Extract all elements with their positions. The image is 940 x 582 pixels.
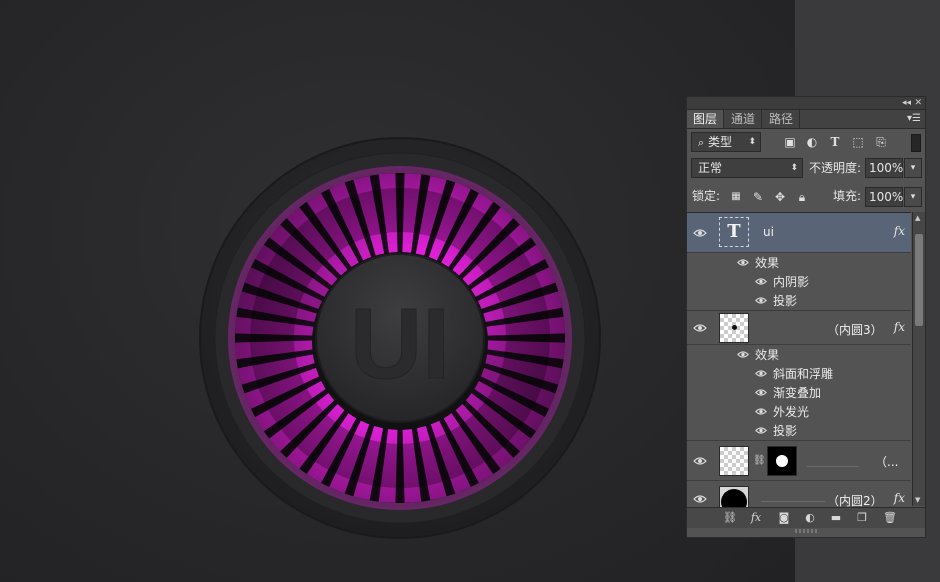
fill-dropdown-button[interactable]: ▾	[904, 187, 922, 207]
layer-row-masked[interactable]: ⛓ （...	[687, 441, 911, 481]
fill-label: 填充:	[833, 189, 862, 203]
panel-bottom-toolbar: ⛓ fx ◙ ◐ ▬ ❐ 🗑︎	[687, 507, 925, 528]
dial-logo-text: UI	[350, 288, 450, 400]
opacity-field[interactable]: 100%	[865, 158, 903, 178]
lock-label: 锁定:	[692, 189, 721, 203]
resize-grip[interactable]	[795, 529, 819, 533]
lock-paint-icon[interactable]: ✎	[751, 190, 765, 204]
blend-mode-select[interactable]: 正常 ⬍	[691, 158, 803, 178]
visibility-eye-icon[interactable]	[755, 277, 767, 286]
blurred-name-line	[807, 466, 859, 467]
lock-transparency-icon[interactable]: ▦	[729, 190, 743, 204]
visibility-eye-icon[interactable]	[737, 350, 749, 359]
filter-kind-select[interactable]: ⌕ 类型 ⬍	[691, 132, 761, 152]
visibility-eye-icon[interactable]	[693, 228, 707, 238]
opacity-dropdown-button[interactable]: ▾	[904, 158, 922, 178]
layer-thumbnail	[719, 446, 749, 476]
fx-icon[interactable]: fx	[894, 320, 905, 334]
new-layer-icon[interactable]: ❐	[855, 511, 869, 525]
adjustment-filter-icon[interactable]: ◐	[805, 135, 819, 149]
tab-paths[interactable]: 路径	[763, 110, 801, 128]
fx-icon[interactable]: fx	[894, 224, 905, 238]
blend-row: 正常 ⬍ 不透明度: 100% ▾	[687, 156, 925, 180]
effect-drop-shadow[interactable]: 投影	[773, 292, 797, 309]
fx-icon[interactable]: fx	[894, 491, 905, 505]
layer-effects-ui: 效果 内阴影 投影	[687, 253, 911, 311]
text-layer-thumbnail: T	[719, 217, 749, 247]
layer-row-inner-circle-2[interactable]: （内圆2） fx	[687, 481, 911, 507]
add-mask-icon[interactable]: ◙	[777, 511, 791, 525]
updown-icon: ⬍	[790, 163, 798, 173]
opacity-label: 不透明度:	[809, 161, 862, 175]
collapse-icon[interactable]: ◂◂	[902, 97, 911, 109]
new-adjustment-icon[interactable]: ◐	[803, 511, 817, 525]
shape-filter-icon[interactable]: ⬚	[851, 135, 865, 149]
filter-toggle[interactable]	[911, 134, 921, 152]
visibility-eye-icon[interactable]	[755, 369, 767, 378]
layer-name[interactable]: （内圆2）	[827, 492, 883, 507]
visibility-eye-icon[interactable]	[755, 426, 767, 435]
panel-tabs: 图层 通道 路径 ▾☰	[687, 110, 925, 129]
dial-artwork: UI	[199, 137, 601, 539]
new-group-icon[interactable]: ▬	[829, 511, 843, 525]
layer-thumbnail	[719, 313, 749, 343]
tab-channels[interactable]: 通道	[725, 110, 763, 128]
layer-name[interactable]: （内圆3）	[827, 321, 883, 338]
blurred-name-line	[761, 501, 825, 502]
layers-list: T ui fx 效果 内阴影 投影 （内圆3） fx 效果 斜面和浮雕 渐变叠加…	[687, 212, 911, 507]
visibility-eye-icon[interactable]	[755, 388, 767, 397]
layers-scrollbar[interactable]: ▲ ▼	[912, 212, 925, 506]
layer-effects-inner-circle-3: 效果 斜面和浮雕 渐变叠加 外发光 投影	[687, 345, 911, 441]
filter-row: ⌕ 类型 ⬍ ▣ ◐ T ⬚ ⎘	[687, 130, 925, 154]
filter-kind-label: 类型	[708, 135, 733, 149]
smartobject-filter-icon[interactable]: ⎘	[874, 135, 888, 149]
layer-row-inner-circle-3[interactable]: （内圆3） fx	[687, 311, 911, 345]
link-layers-icon[interactable]: ⛓	[723, 511, 737, 525]
effect-bevel-emboss[interactable]: 斜面和浮雕	[773, 365, 833, 382]
updown-icon: ⬍	[748, 137, 756, 147]
visibility-eye-icon[interactable]	[737, 258, 749, 267]
lock-position-icon[interactable]: ✥	[773, 190, 787, 204]
chain-link-icon[interactable]: ⛓	[753, 455, 766, 466]
visibility-eye-icon[interactable]	[693, 456, 707, 466]
scroll-down-icon[interactable]: ▼	[915, 496, 920, 504]
delete-layer-icon[interactable]: 🗑︎	[883, 511, 897, 525]
visibility-eye-icon[interactable]	[755, 407, 767, 416]
layer-thumbnail	[719, 486, 749, 507]
panel-titlebar: ◂◂ ✕	[687, 97, 925, 110]
scrollbar-thumb[interactable]	[915, 234, 923, 326]
layer-name[interactable]: （...	[875, 453, 898, 470]
panel-menu-icon[interactable]: ▾☰	[907, 113, 921, 124]
search-icon: ⌕	[698, 136, 705, 149]
layers-panel: ◂◂ ✕ 图层 通道 路径 ▾☰ ⌕ 类型 ⬍ ▣ ◐ T ⬚ ⎘ 正常 ⬍ 不…	[686, 96, 926, 538]
layer-row-ui[interactable]: T ui fx	[687, 213, 911, 253]
lock-row: 锁定: ▦ ✎ ✥ 🔒︎ 填充: 100% ▾	[687, 185, 925, 209]
close-icon[interactable]: ✕	[914, 97, 922, 109]
fill-field[interactable]: 100%	[865, 187, 903, 207]
effects-label: 效果	[755, 348, 780, 362]
visibility-eye-icon[interactable]	[693, 323, 707, 333]
visibility-eye-icon[interactable]	[755, 296, 767, 305]
effects-label: 效果	[755, 256, 780, 270]
effect-drop-shadow[interactable]: 投影	[773, 422, 797, 439]
layer-name[interactable]: ui	[763, 225, 774, 239]
tab-layers[interactable]: 图层	[687, 110, 725, 128]
lock-all-icon[interactable]: 🔒︎	[795, 190, 809, 204]
type-filter-icon[interactable]: T	[828, 135, 842, 149]
scroll-up-icon[interactable]: ▲	[915, 214, 920, 222]
visibility-eye-icon[interactable]	[693, 494, 707, 504]
image-filter-icon[interactable]: ▣	[783, 135, 797, 149]
effect-gradient-overlay[interactable]: 渐变叠加	[773, 384, 821, 401]
layer-mask-thumbnail[interactable]	[767, 446, 797, 476]
blend-mode-value: 正常	[698, 161, 723, 175]
document-canvas[interactable]: UI	[0, 0, 795, 582]
add-style-icon[interactable]: fx	[749, 511, 763, 525]
effect-inner-shadow[interactable]: 内阴影	[773, 273, 809, 290]
effect-outer-glow[interactable]: 外发光	[773, 403, 809, 420]
